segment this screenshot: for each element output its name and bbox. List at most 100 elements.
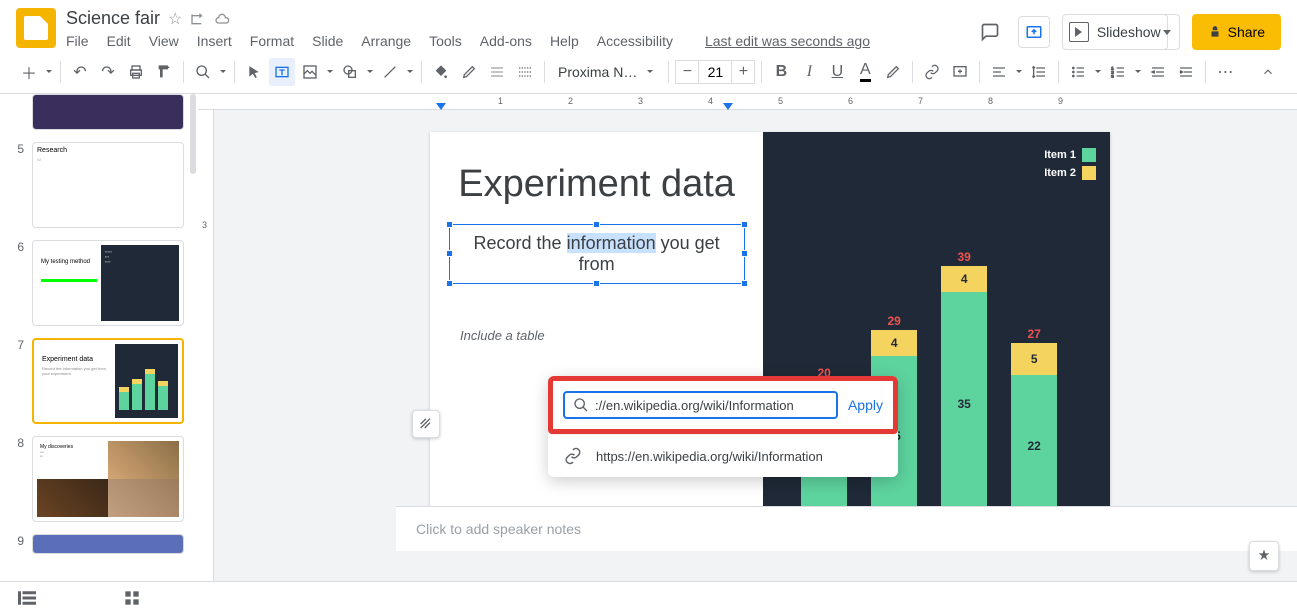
scrollbar[interactable] xyxy=(190,94,196,174)
resize-handle[interactable] xyxy=(741,280,748,287)
bullet-dropdown[interactable] xyxy=(1093,70,1103,73)
search-icon xyxy=(573,397,589,413)
border-dash-button[interactable] xyxy=(512,58,538,86)
insert-link-button[interactable] xyxy=(919,58,945,86)
menu-help[interactable]: Help xyxy=(550,33,579,49)
align-button[interactable] xyxy=(986,58,1012,86)
slide-thumb-7[interactable]: Experiment dataRecord the information yo… xyxy=(32,338,184,424)
resize-handle[interactable] xyxy=(593,221,600,228)
menu-file[interactable]: File xyxy=(66,33,89,49)
zoom-dropdown[interactable] xyxy=(218,70,228,73)
slide-thumb-5[interactable]: Researchv2 xyxy=(32,142,184,228)
menu-arrange[interactable]: Arrange xyxy=(361,33,411,49)
paint-format-button[interactable] xyxy=(151,58,177,86)
menu-edit[interactable]: Edit xyxy=(107,33,131,49)
selected-textbox[interactable]: Record the information you get from xyxy=(449,224,745,284)
last-edit-link[interactable]: Last edit was seconds ago xyxy=(705,33,870,49)
redo-button[interactable]: ↷ xyxy=(95,58,121,86)
format-options-button[interactable] xyxy=(412,410,440,438)
line-dropdown[interactable] xyxy=(405,70,415,73)
slide-thumb-4[interactable] xyxy=(32,94,184,130)
bullet-list-button[interactable] xyxy=(1065,58,1091,86)
grid-view-button[interactable] xyxy=(124,590,140,606)
slide-title[interactable]: Experiment data xyxy=(458,162,735,208)
share-button[interactable]: Share xyxy=(1192,14,1281,50)
more-tools-button[interactable]: ⋯ xyxy=(1212,58,1238,86)
menu-view[interactable]: View xyxy=(149,33,179,49)
menu-slide[interactable]: Slide xyxy=(312,33,343,49)
border-weight-button[interactable] xyxy=(484,58,510,86)
chart[interactable]: Item 1 Item 2 20 15 5 29 25 4 39 35 4 30… xyxy=(763,132,1110,542)
menu-tools[interactable]: Tools xyxy=(429,33,462,49)
slide-canvas[interactable]: Experiment data Record the information y… xyxy=(430,132,1110,542)
collapse-toolbar-button[interactable] xyxy=(1255,58,1281,86)
ruler-horizontal[interactable]: 123456789 xyxy=(198,94,1297,110)
present-upload-icon[interactable] xyxy=(1018,16,1050,48)
align-dropdown[interactable] xyxy=(1014,70,1024,73)
menu-accessibility[interactable]: Accessibility xyxy=(597,33,673,49)
textbox-tool[interactable] xyxy=(269,58,295,86)
slide-thumb-6[interactable]: My testing method▪▪▪▪▪▪▪▪▪▪▪▪ xyxy=(32,240,184,326)
image-dropdown[interactable] xyxy=(325,70,335,73)
filmstrip-view-button[interactable] xyxy=(18,591,36,605)
menu-format[interactable]: Format xyxy=(250,33,294,49)
italic-button[interactable]: I xyxy=(796,58,822,86)
insert-comment-button[interactable] xyxy=(947,58,973,86)
menu-addons[interactable]: Add-ons xyxy=(480,33,532,49)
explore-button[interactable] xyxy=(1249,541,1279,571)
underline-button[interactable]: U xyxy=(824,58,850,86)
app-logo[interactable] xyxy=(16,8,56,48)
selected-text[interactable]: information xyxy=(567,233,656,253)
resize-handle[interactable] xyxy=(593,280,600,287)
resize-handle[interactable] xyxy=(741,221,748,228)
resize-handle[interactable] xyxy=(741,250,748,257)
link-suggestion[interactable]: https://en.wikipedia.org/wiki/Informatio… xyxy=(548,434,898,477)
border-color-button[interactable] xyxy=(456,58,482,86)
undo-button[interactable]: ↶ xyxy=(67,58,93,86)
speaker-notes[interactable]: Click to add speaker notes xyxy=(396,506,1297,551)
print-button[interactable] xyxy=(123,58,149,86)
svg-text:3: 3 xyxy=(1112,73,1115,78)
apply-button[interactable]: Apply xyxy=(848,397,883,413)
doc-title[interactable]: Science fair xyxy=(66,8,160,29)
font-select[interactable]: Proxima N… xyxy=(551,61,662,83)
comments-icon[interactable] xyxy=(974,16,1006,48)
line-spacing-button[interactable] xyxy=(1026,58,1052,86)
chart-bar: 27 22 5 40mln xyxy=(1011,327,1057,516)
zoom-button[interactable] xyxy=(190,58,216,86)
shape-tool[interactable] xyxy=(337,58,363,86)
font-size-input[interactable] xyxy=(699,60,731,84)
slide-thumb-8[interactable]: My discoveries▪▪▪▪▪▪▪ xyxy=(32,436,184,522)
resize-handle[interactable] xyxy=(446,280,453,287)
number-list-button[interactable]: 123 xyxy=(1105,58,1131,86)
font-size-increase[interactable]: + xyxy=(731,60,755,84)
link-input[interactable] xyxy=(595,398,828,413)
line-tool[interactable] xyxy=(377,58,403,86)
slide-caption[interactable]: Include a table xyxy=(460,328,545,343)
move-icon[interactable] xyxy=(190,11,206,27)
font-size-decrease[interactable]: − xyxy=(675,60,699,84)
slideshow-button[interactable]: Slideshow xyxy=(1062,14,1168,50)
resize-handle[interactable] xyxy=(446,221,453,228)
select-tool[interactable] xyxy=(241,58,267,86)
resize-handle[interactable] xyxy=(446,250,453,257)
menu-insert[interactable]: Insert xyxy=(197,33,232,49)
text-color-button[interactable]: A xyxy=(852,58,878,86)
shape-dropdown[interactable] xyxy=(365,70,375,73)
slideshow-dropdown[interactable] xyxy=(1156,14,1180,50)
legend-swatch xyxy=(1082,166,1096,180)
bold-button[interactable]: B xyxy=(768,58,794,86)
number-dropdown[interactable] xyxy=(1133,70,1143,73)
indent-increase-button[interactable] xyxy=(1173,58,1199,86)
new-slide-dropdown[interactable] xyxy=(44,70,54,73)
ruler-vertical[interactable]: 3 xyxy=(198,110,214,583)
slide-thumb-9[interactable] xyxy=(32,534,184,554)
fill-color-button[interactable] xyxy=(428,58,454,86)
highlight-button[interactable] xyxy=(880,58,906,86)
indent-decrease-button[interactable] xyxy=(1145,58,1171,86)
image-tool[interactable] xyxy=(297,58,323,86)
slide-panel: 5Researchv2 6My testing method▪▪▪▪▪▪▪▪▪▪… xyxy=(0,94,198,583)
star-icon[interactable]: ☆ xyxy=(168,9,182,29)
new-slide-button[interactable]: ＋ xyxy=(16,58,42,86)
cloud-icon[interactable] xyxy=(214,11,230,27)
